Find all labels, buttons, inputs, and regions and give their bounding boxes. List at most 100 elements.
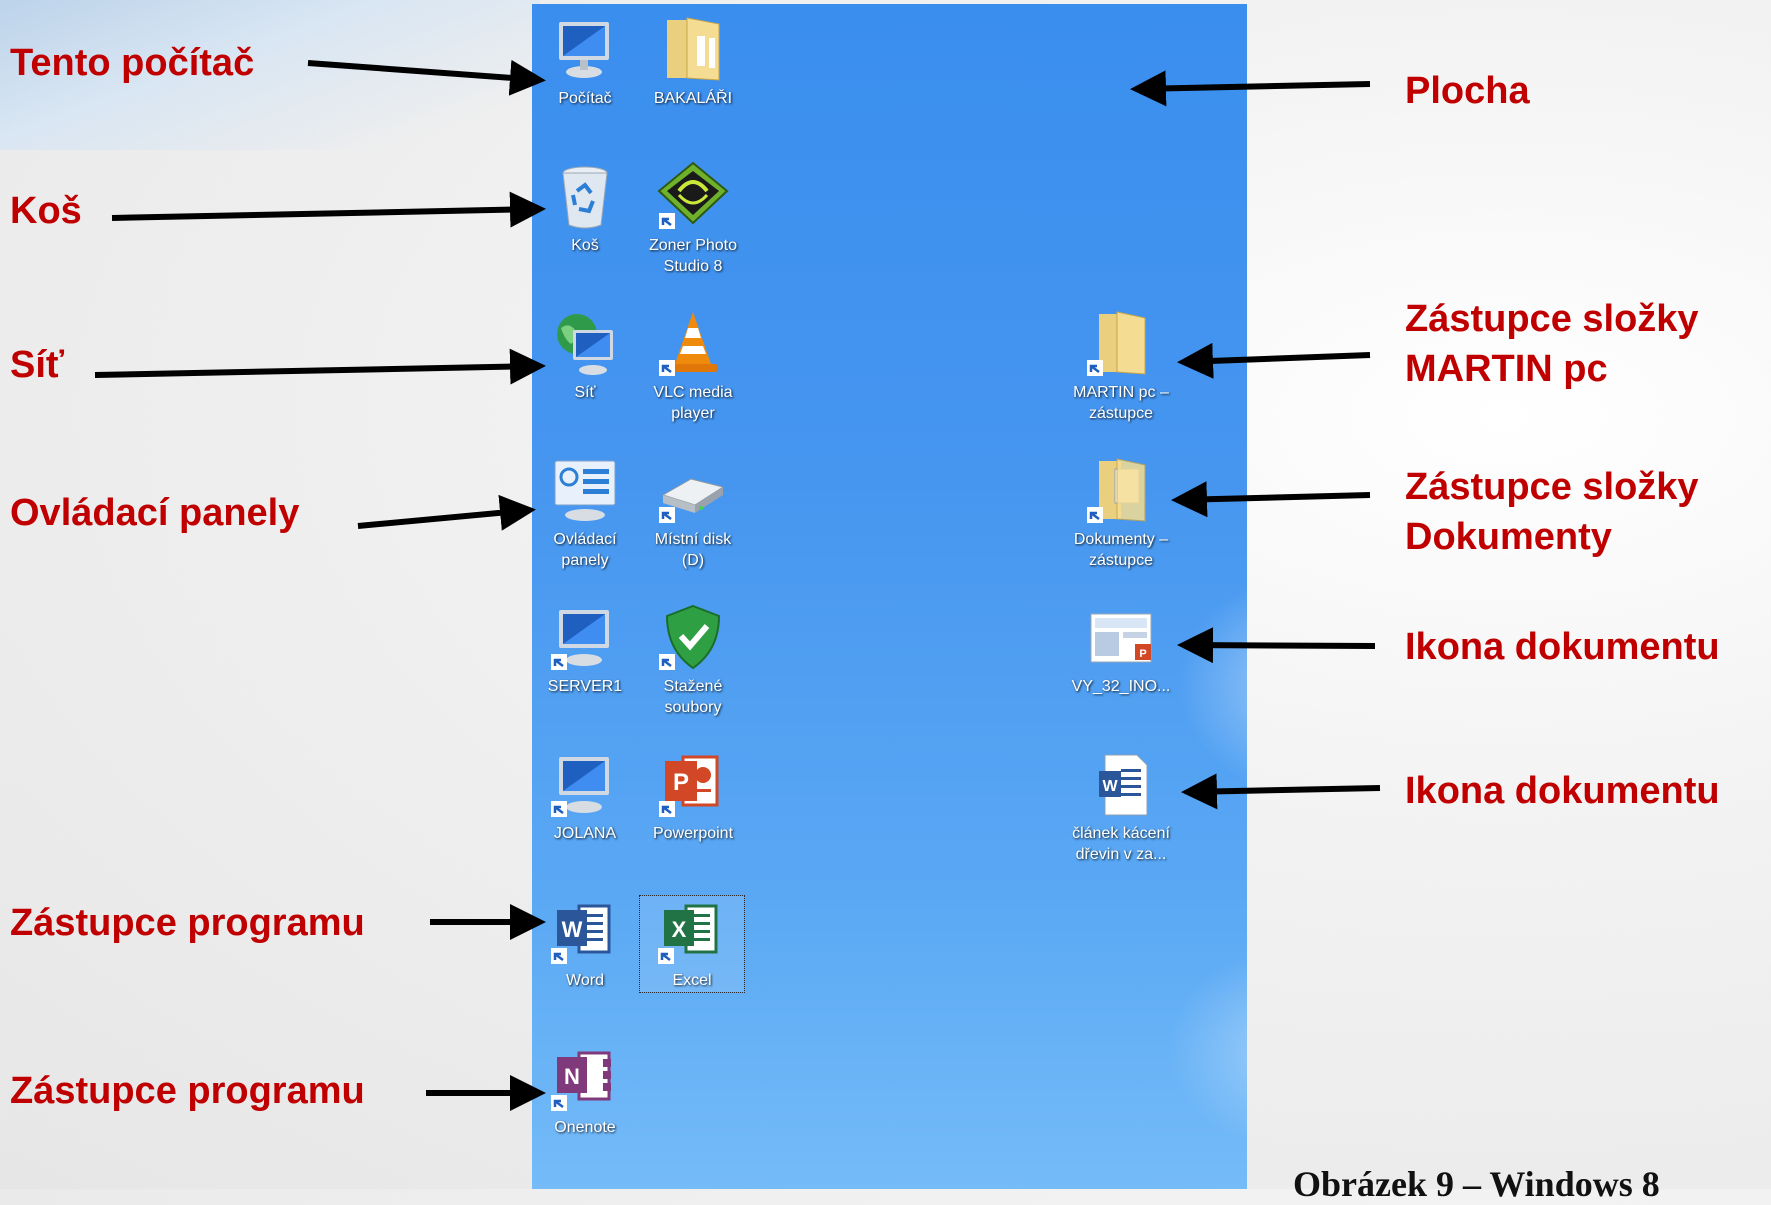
desktop-icon-excel[interactable]: X Excel bbox=[639, 895, 745, 993]
label-zastupce-programu-2: Zástupce programu bbox=[10, 1070, 365, 1112]
desktop-icon-dokumenty[interactable]: Dokumenty – zástupce bbox=[1071, 455, 1171, 571]
arrow bbox=[111, 191, 546, 228]
desktop-light-glow bbox=[1167, 949, 1247, 1149]
excel-icon: X bbox=[658, 904, 718, 964]
computer-icon bbox=[559, 22, 609, 78]
icon-label-line: soubory bbox=[664, 699, 722, 716]
icon-label: Dokumenty – zástupce bbox=[1071, 529, 1171, 571]
icon-label-line: panely bbox=[561, 552, 609, 569]
label-ikona-dokumentu-1: Ikona dokumentu bbox=[1405, 626, 1720, 668]
desktop-icon-sit[interactable]: Síť bbox=[535, 308, 635, 403]
desktop-icon-ovladaci-panely[interactable]: Ovládací panely bbox=[535, 455, 635, 571]
icon-label-line: zástupce bbox=[1088, 405, 1154, 422]
svg-text:W: W bbox=[1102, 778, 1118, 795]
onenote-icon: N bbox=[551, 1051, 611, 1111]
icon-label: VLC media player bbox=[643, 382, 743, 424]
icon-label: Počítač bbox=[558, 90, 612, 107]
recycle-bin-icon bbox=[562, 166, 608, 229]
svg-text:P: P bbox=[1139, 648, 1146, 660]
computer-shortcut-icon bbox=[551, 610, 609, 670]
label-zastupce-programu-1: Zástupce programu bbox=[10, 902, 365, 944]
icon-label-line: (D) bbox=[681, 552, 705, 569]
folder-shortcut-icon bbox=[1087, 311, 1146, 376]
computer-shortcut-icon bbox=[551, 757, 609, 817]
desktop-icon-powerpoint[interactable]: P Powerpoint bbox=[643, 749, 743, 844]
label-plocha: Plocha bbox=[1405, 70, 1530, 112]
icon-label: Word bbox=[566, 972, 604, 989]
arrow bbox=[357, 494, 536, 531]
vlc-cone-icon bbox=[659, 312, 717, 376]
desktop-icon-vy32[interactable]: P VY_32_INO... bbox=[1071, 602, 1171, 697]
desktop-icon-onenote[interactable]: N Onenote bbox=[535, 1043, 635, 1138]
desktop-icon-zoner[interactable]: Zoner Photo Studio 8 bbox=[643, 161, 743, 277]
icon-label-line: player bbox=[671, 405, 715, 422]
icon-label-line: zástupce bbox=[1088, 552, 1154, 569]
desktop-icon-jolana[interactable]: JOLANA bbox=[535, 749, 635, 844]
icon-label: Onenote bbox=[554, 1119, 616, 1136]
icon-label-line: Zoner Photo bbox=[648, 237, 738, 254]
label-sit: Síť bbox=[10, 344, 65, 386]
hard-drive-icon bbox=[659, 478, 725, 523]
label-tento-pocitac: Tento počítač bbox=[10, 42, 255, 84]
shield-check-icon bbox=[659, 604, 721, 670]
label-kos: Koš bbox=[10, 190, 82, 232]
svg-text:W: W bbox=[562, 917, 583, 942]
presentation-document-icon: P bbox=[1090, 613, 1152, 663]
desktop-light-glow bbox=[1167, 564, 1247, 804]
word-icon: W bbox=[551, 904, 611, 964]
documents-folder-shortcut-icon bbox=[1087, 458, 1146, 523]
desktop-icon-word[interactable]: W Word bbox=[535, 896, 635, 991]
icon-label: Stažené soubory bbox=[643, 676, 743, 718]
desktop-icon-vlc[interactable]: VLC media player bbox=[643, 308, 743, 424]
label-ikona-dokumentu-2: Ikona dokumentu bbox=[1405, 770, 1720, 812]
label-zastupce-slozky-martin: Zástupce složky MARTIN pc bbox=[1405, 294, 1699, 394]
icon-label-line: Stažené bbox=[663, 678, 723, 695]
icon-label-line: Ovládací bbox=[553, 531, 617, 548]
icon-label: Powerpoint bbox=[652, 825, 734, 842]
svg-text:P: P bbox=[673, 769, 689, 796]
zoner-photo-studio-icon bbox=[657, 161, 729, 229]
icon-label: VY_32_INO... bbox=[1071, 678, 1171, 695]
icon-label: BAKALÁŘI bbox=[653, 90, 733, 107]
desktop[interactable]: Počítač Koš Síť Ovládací panely SERVER1 … bbox=[532, 4, 1247, 1189]
icon-label-line: článek kácení bbox=[1072, 825, 1170, 842]
label-ovladaci-panely: Ovládací panely bbox=[10, 492, 300, 534]
desktop-icon-pocitac[interactable]: Počítač bbox=[535, 14, 635, 109]
icon-label: SERVER1 bbox=[547, 678, 623, 695]
icon-label: Excel bbox=[672, 972, 712, 989]
desktop-icon-martin-pc[interactable]: MARTIN pc – zástupce bbox=[1071, 308, 1171, 424]
icon-label-line: dřevin v za... bbox=[1075, 846, 1167, 863]
svg-text:X: X bbox=[672, 917, 687, 942]
icon-label: Koš bbox=[571, 237, 599, 254]
label-line: Zástupce složky bbox=[1405, 298, 1699, 340]
desktop-icon-kos[interactable]: Koš bbox=[535, 161, 635, 256]
desktop-icon-clanek[interactable]: W článek kácení dřevin v za... bbox=[1071, 749, 1171, 865]
icon-label: MARTIN pc – zástupce bbox=[1071, 382, 1171, 424]
svg-text:N: N bbox=[564, 1064, 580, 1089]
folder-icon bbox=[667, 17, 720, 81]
arrow bbox=[94, 348, 546, 385]
icon-label: JOLANA bbox=[553, 825, 617, 842]
icon-label: Zoner Photo Studio 8 bbox=[643, 235, 743, 277]
label-line: Zástupce složky bbox=[1405, 466, 1699, 508]
desktop-icon-bakalari[interactable]: BAKALÁŘI bbox=[643, 14, 743, 109]
icon-label-line: Dokumenty – bbox=[1073, 531, 1169, 548]
desktop-icon-mistni-disk[interactable]: Místní disk (D) bbox=[643, 455, 743, 571]
word-document-icon: W bbox=[1099, 754, 1148, 816]
label-line: MARTIN pc bbox=[1405, 348, 1608, 390]
desktop-icon-server1[interactable]: SERVER1 bbox=[535, 602, 635, 697]
icon-label-line: VLC media bbox=[653, 384, 733, 401]
network-icon bbox=[557, 314, 613, 375]
powerpoint-icon: P bbox=[659, 755, 719, 817]
icon-label-line: Místní disk bbox=[654, 531, 732, 548]
icon-label: článek kácení dřevin v za... bbox=[1071, 823, 1171, 865]
control-panel-icon bbox=[554, 460, 616, 521]
figure-caption: Obrázek 9 – Windows 8 bbox=[1293, 1164, 1660, 1204]
icon-label: Ovládací panely bbox=[535, 529, 635, 571]
icon-label-line: Studio 8 bbox=[663, 258, 723, 275]
icon-label: Síť bbox=[574, 384, 596, 401]
icon-label-line: MARTIN pc – bbox=[1073, 384, 1169, 401]
label-line: Dokumenty bbox=[1405, 516, 1612, 558]
label-zastupce-slozky-dokumenty: Zástupce složky Dokumenty bbox=[1405, 462, 1699, 562]
desktop-icon-stazene-soubory[interactable]: Stažené soubory bbox=[643, 602, 743, 718]
